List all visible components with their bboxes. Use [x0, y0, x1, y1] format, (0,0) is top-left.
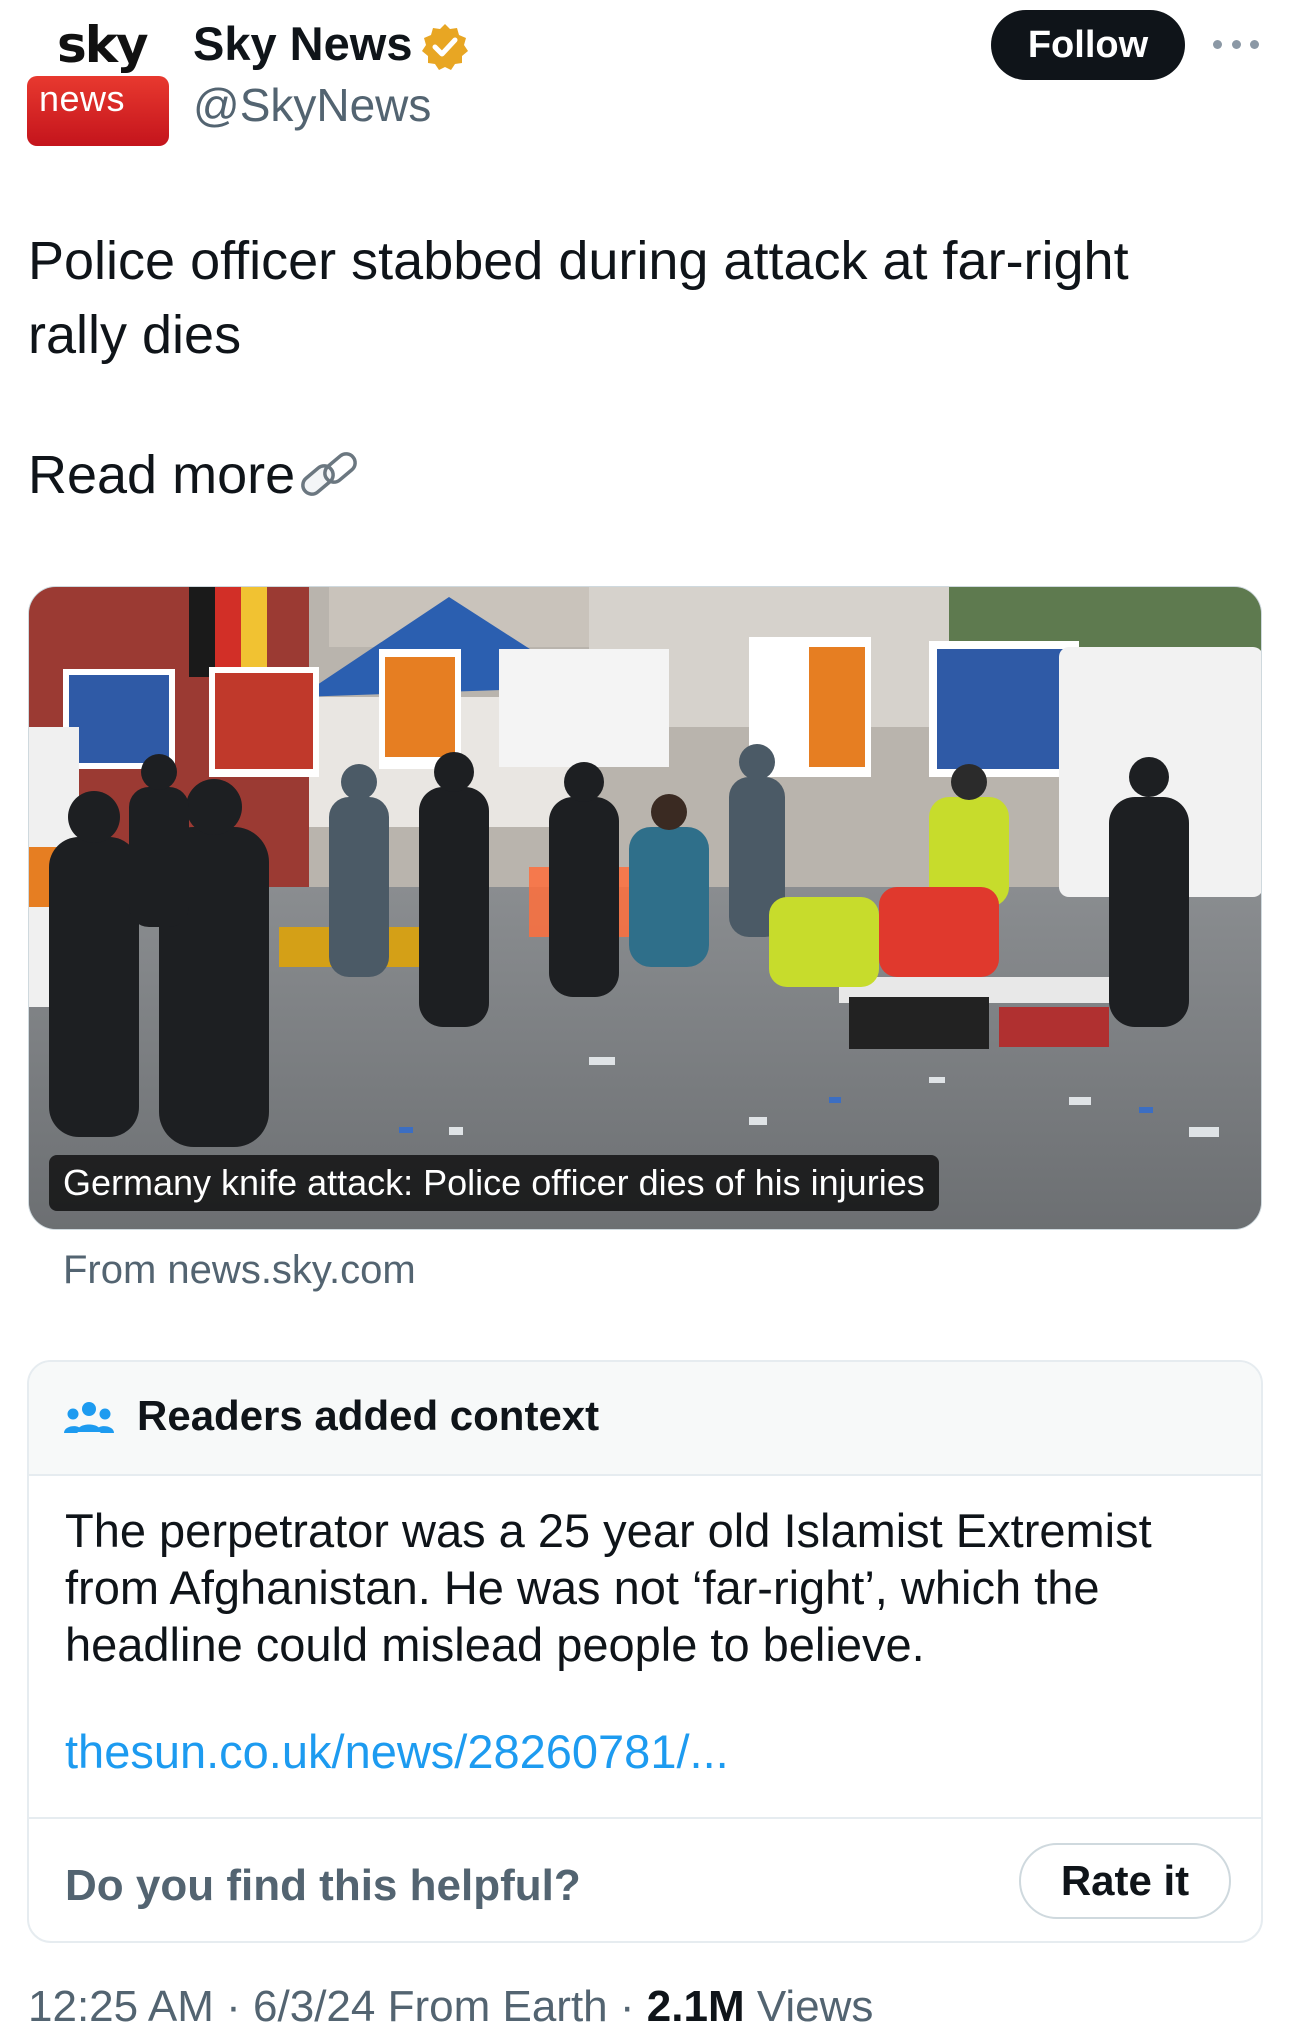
more-dot: [1231, 39, 1241, 49]
tweet-meta: 12:25 AM · 6/3/24 From Earth · 2.1M View…: [28, 1982, 873, 2032]
meta-separator: ·: [226, 1982, 241, 2031]
views-label: Views: [756, 1982, 874, 2031]
follow-button[interactable]: Follow: [991, 10, 1185, 80]
tweet-time[interactable]: 12:25 AM: [28, 1982, 214, 2031]
media-caption: Germany knife attack: Police officer die…: [49, 1155, 939, 1211]
more-dot: [1213, 39, 1222, 49]
views-count[interactable]: 2.1M: [647, 1982, 745, 2031]
community-note-header: Readers added context: [29, 1362, 1261, 1476]
avatar-news-box: news: [27, 76, 169, 146]
read-more-text: Read more: [28, 445, 296, 505]
community-note: Readers added context The perpetrator wa…: [27, 1360, 1263, 1943]
more-dot: [1250, 39, 1259, 49]
tweet-location: From Earth: [387, 1982, 608, 2031]
meta-separator: ·: [619, 1982, 635, 2031]
community-note-body: The perpetrator was a 25 year old Islami…: [65, 1504, 1152, 1671]
tweet-date[interactable]: 6/3/24: [253, 1982, 375, 2031]
link-source[interactable]: From news.sky.com: [63, 1248, 416, 1293]
community-note-footer: Do you find this helpful? Rate it: [29, 1817, 1261, 1941]
tweet-text: Police officer stabbed during attack at …: [28, 231, 1129, 365]
read-more-line: Read more: [28, 443, 361, 507]
people-icon: [64, 1402, 114, 1433]
rate-it-button[interactable]: Rate it: [1019, 1843, 1231, 1919]
verified-gold-badge-icon: [422, 24, 468, 70]
community-note-link[interactable]: thesun.co.uk/news/28260781/...: [65, 1724, 729, 1779]
community-note-title: Readers added context: [137, 1392, 600, 1439]
handle[interactable]: @SkyNews: [193, 78, 431, 132]
display-name[interactable]: Sky News: [193, 16, 412, 71]
link-chain-icon: [301, 452, 358, 496]
news-photo: [29, 587, 1261, 1229]
link-preview-card[interactable]: Germany knife attack: Police officer die…: [28, 586, 1262, 1230]
helpful-question: Do you find this helpful?: [65, 1861, 581, 1910]
more-options-icon[interactable]: [1213, 26, 1259, 62]
avatar-news-text: news: [39, 78, 126, 119]
sky-news-avatar[interactable]: sky news: [27, 8, 169, 146]
avatar-sky-text: sky: [57, 16, 149, 74]
